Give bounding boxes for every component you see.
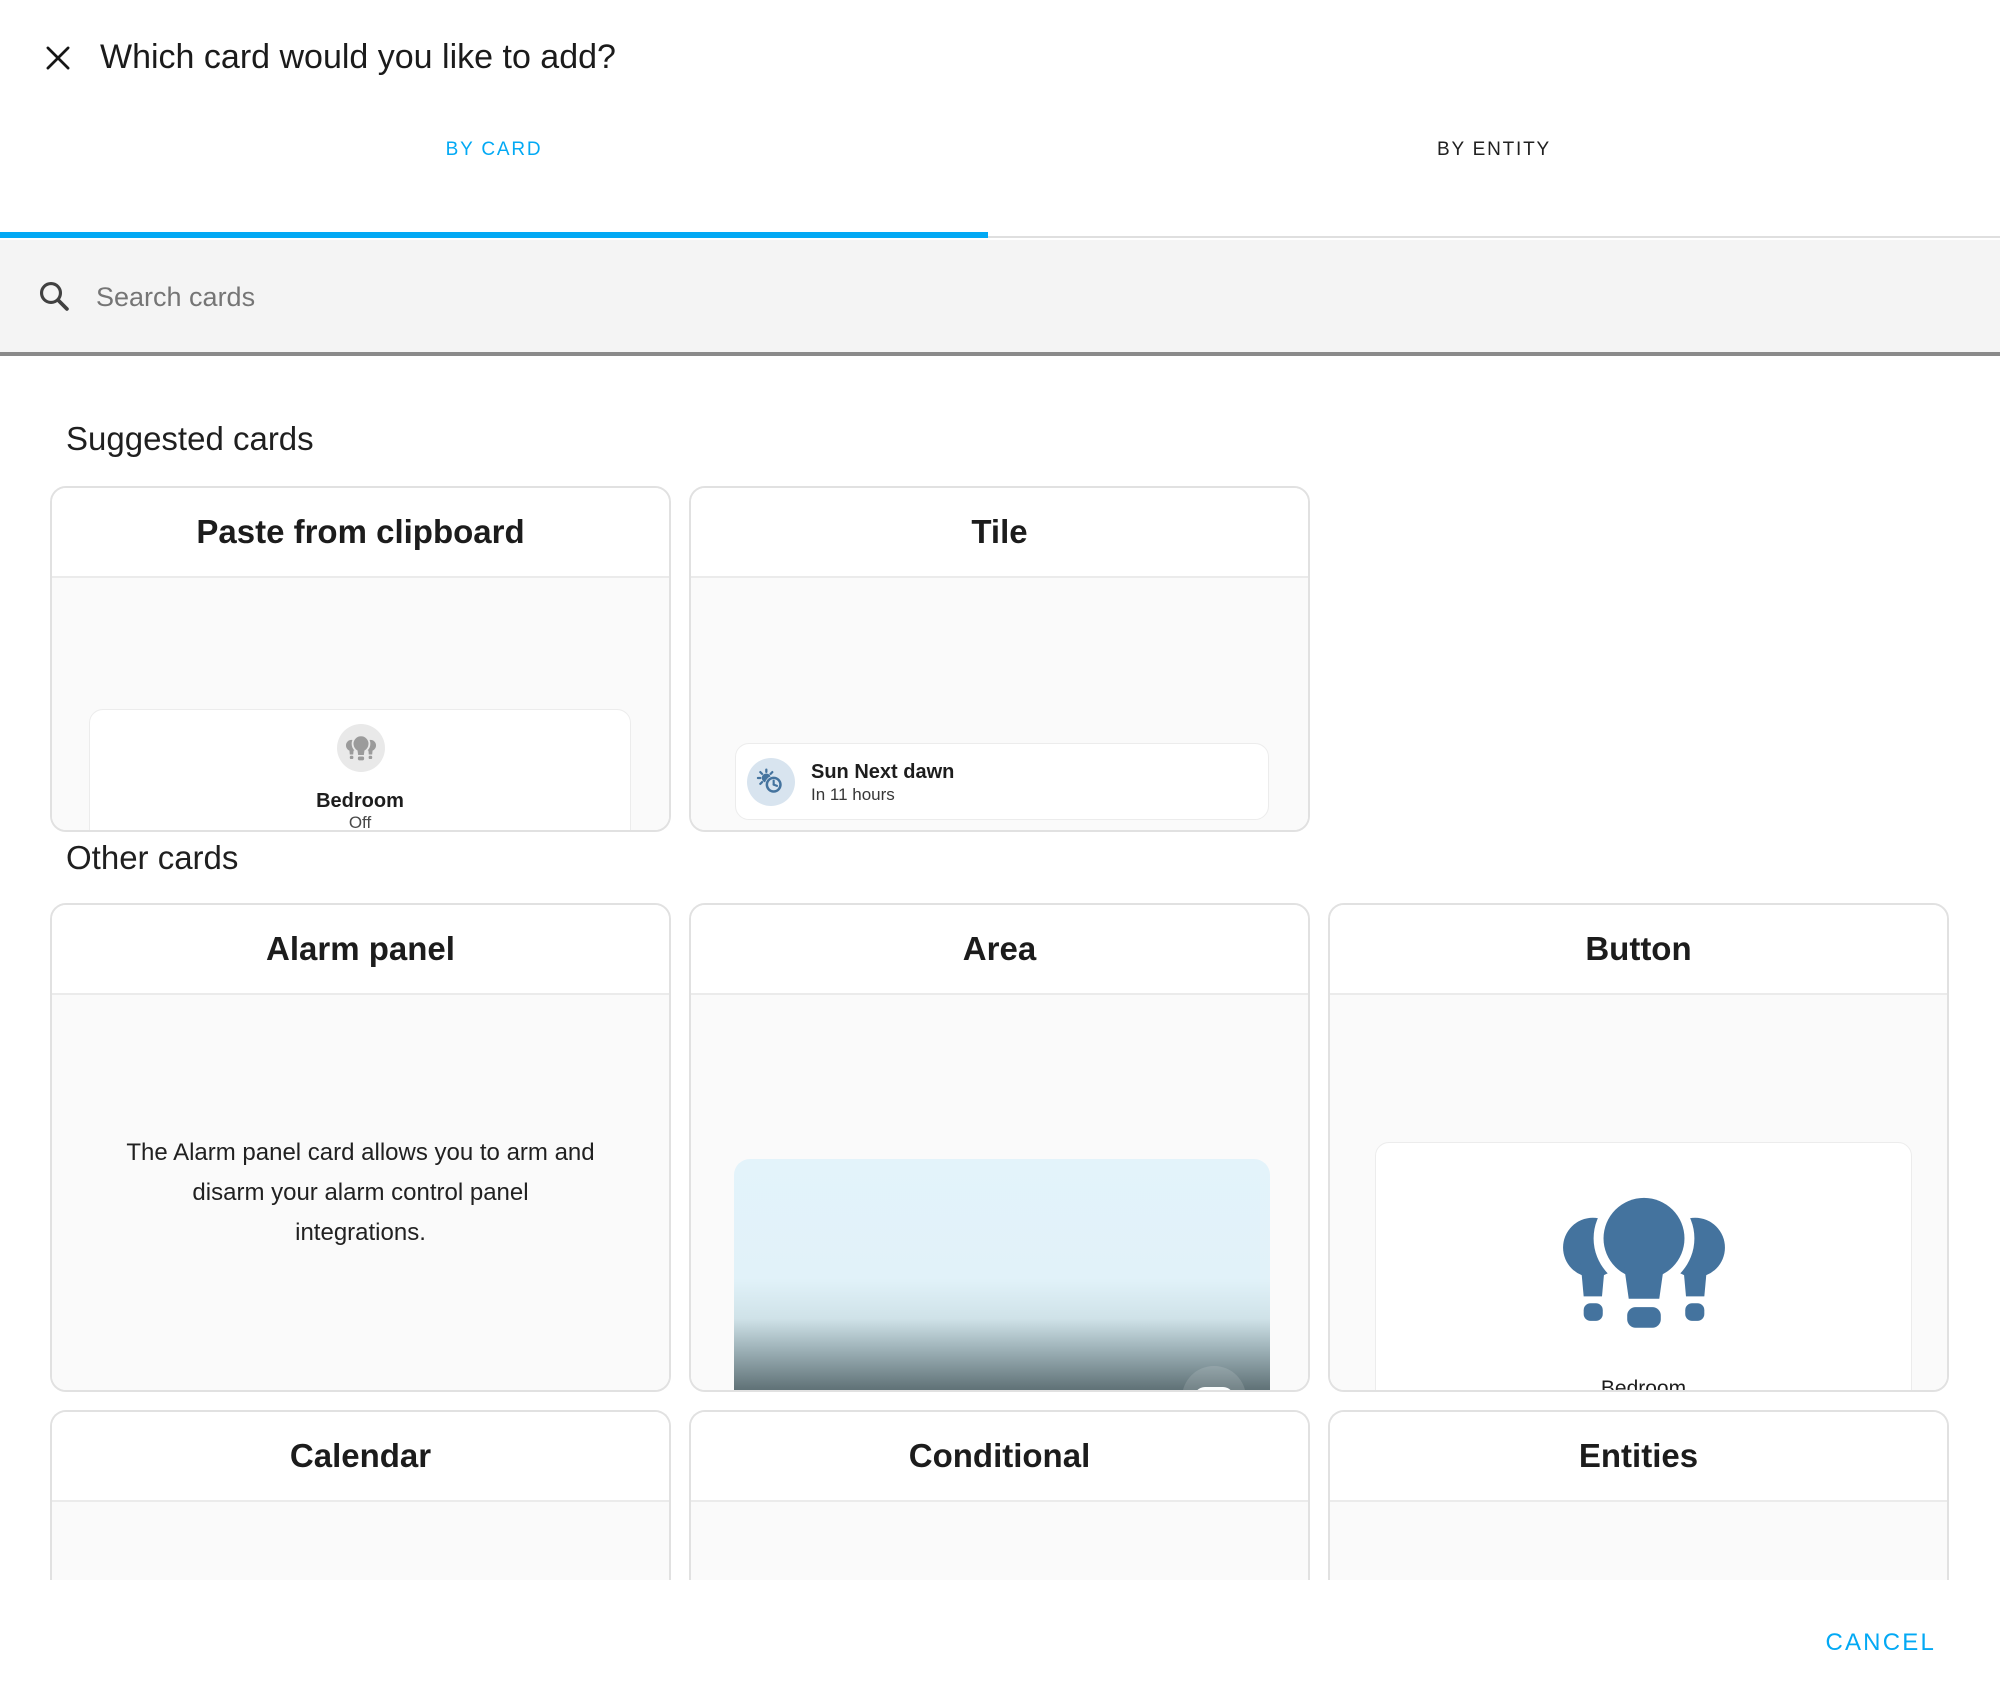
add-card-dialog: Which card would you like to add? BY CAR… [0,0,2000,1702]
card-button[interactable]: Button [1328,903,1949,1392]
card-title: Conditional [909,1437,1090,1475]
button-entity-name: Bedroom [1376,1375,1911,1392]
card-tile[interactable]: Tile [689,486,1310,832]
card-header: Alarm panel [52,905,669,995]
card-title: Alarm panel [266,930,455,968]
card-title: Button [1585,930,1691,968]
suggested-cards-heading: Suggested cards [66,419,314,459]
tile-preview-card: Sun Next dawn In 11 hours [735,743,1269,820]
other-cards-heading: Other cards [66,838,238,878]
tile-entity-state: In 11 hours [811,785,895,805]
cancel-button[interactable]: CANCEL [1825,1629,1936,1657]
card-calendar[interactable]: Calendar [50,1410,671,1580]
card-header: Button [1330,905,1947,995]
card-preview-area: Sun Next dawn In 11 hours [691,578,1308,830]
card-alarm-panel[interactable]: Alarm panel The Alarm panel card allows … [50,903,671,1392]
card-header: Conditional [691,1412,1308,1502]
card-conditional[interactable]: Conditional [689,1410,1310,1580]
card-preview-area [52,1502,669,1580]
card-preview-area [691,1502,1308,1580]
card-title: Entities [1579,1437,1698,1475]
button-preview-card: Bedroom [1375,1142,1912,1392]
card-header: Calendar [52,1412,669,1502]
card-area[interactable]: Area Bathroom [689,903,1310,1392]
card-description: The Alarm panel card allows you to arm a… [126,1133,596,1253]
toggle-off-icon [1182,1366,1246,1392]
card-header: Entities [1330,1412,1947,1502]
entity-state: Off [90,813,630,832]
card-title: Calendar [290,1437,431,1475]
card-title: Area [963,930,1036,968]
card-description-area: The Alarm panel card allows you to arm a… [52,995,669,1390]
sun-clock-icon [747,758,795,806]
area-preview-card: Bathroom [734,1159,1270,1392]
card-preview-area: Bedroom Off [52,578,669,830]
card-entities[interactable]: Entities [1328,1410,1949,1580]
card-header: Area [691,905,1308,995]
card-title: Paste from clipboard [196,513,524,551]
lightbulb-group-icon [1549,1175,1739,1343]
area-name: Bathroom [774,1389,900,1392]
card-title: Tile [971,513,1027,551]
card-header: Paste from clipboard [52,488,669,578]
card-preview-area: Bedroom [1330,995,1947,1390]
lightbulb-group-icon [337,724,385,772]
card-preview-area: Bathroom [691,995,1308,1390]
search-input[interactable] [94,270,1298,324]
search-icon [36,278,72,314]
tab-by-entity[interactable]: BY ENTITY [988,130,2000,170]
entity-preview-card: Bedroom Off [89,709,631,832]
card-header: Tile [691,488,1308,578]
tile-entity-name: Sun Next dawn [811,760,954,784]
search-bar[interactable] [0,240,2000,356]
entity-name: Bedroom [90,789,630,813]
card-preview-area [1330,1502,1947,1580]
active-tab-indicator [0,232,988,238]
card-paste-from-clipboard[interactable]: Paste from clipboard [50,486,671,832]
tab-bar: BY CARD BY ENTITY [0,0,2000,238]
tab-by-card[interactable]: BY CARD [0,130,988,170]
